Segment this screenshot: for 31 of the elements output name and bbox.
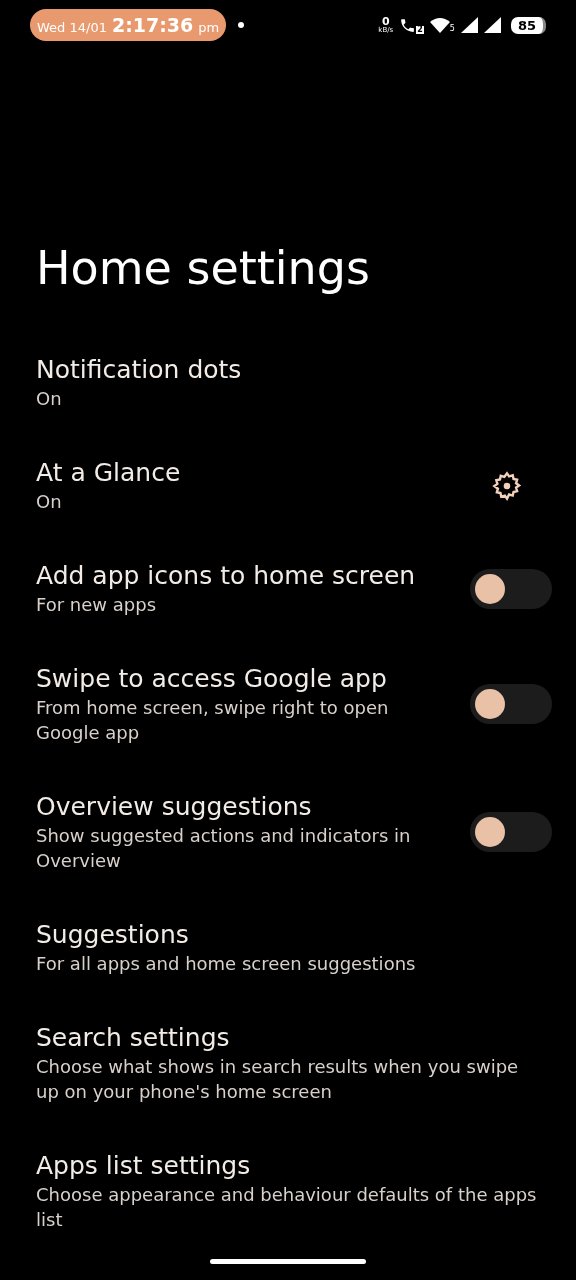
toggle-switch[interactable] xyxy=(470,684,552,724)
setting-title[interactable]: Notification dots xyxy=(36,354,540,386)
setting-title[interactable]: Add app icons to home screen xyxy=(36,560,456,592)
setting-title[interactable]: Swipe to access Google app xyxy=(36,663,456,695)
toggle-switch[interactable] xyxy=(470,568,552,609)
speed-value: 0 xyxy=(381,16,390,27)
setting-subtitle: On xyxy=(36,490,63,514)
signal-icon xyxy=(460,17,478,33)
setting-title[interactable]: At a Glance xyxy=(36,457,491,489)
page-title: Home settings xyxy=(36,240,371,296)
battery-icon: 85 xyxy=(510,16,546,34)
setting-subtitle: From home screen, swipe right to open Google app xyxy=(36,696,390,745)
toggle-switch[interactable] xyxy=(470,812,552,852)
signal-icon xyxy=(483,17,501,33)
call-icon xyxy=(399,16,417,34)
setting-title[interactable]: Overview suggestions xyxy=(36,791,456,823)
setting-subtitle: Choose appearance and behaviour defaults of the apps list xyxy=(36,1183,538,1232)
date-text: Wed 14/01 xyxy=(37,19,107,37)
setting-title[interactable]: Search settings xyxy=(36,1022,540,1054)
setting-subtitle: Show suggested actions and indicators in Overview xyxy=(36,824,412,873)
settings-icon[interactable] xyxy=(491,469,523,502)
setting-subtitle: Choose what shows in search results when you swipe up on your phone's home screen xyxy=(36,1055,520,1104)
setting-title[interactable]: Suggestions xyxy=(36,919,540,951)
ampm-text: pm xyxy=(198,19,220,37)
setting-subtitle: For all apps and home screen suggestions xyxy=(36,952,417,976)
wifi-icon xyxy=(429,17,450,33)
setting-title[interactable]: Apps list settings xyxy=(36,1150,540,1182)
setting-subtitle: For new apps xyxy=(36,593,158,617)
wifi-band-label: 5 xyxy=(449,24,455,33)
setting-subtitle: On xyxy=(36,387,63,411)
time-text: 2:17:36 xyxy=(111,13,194,38)
